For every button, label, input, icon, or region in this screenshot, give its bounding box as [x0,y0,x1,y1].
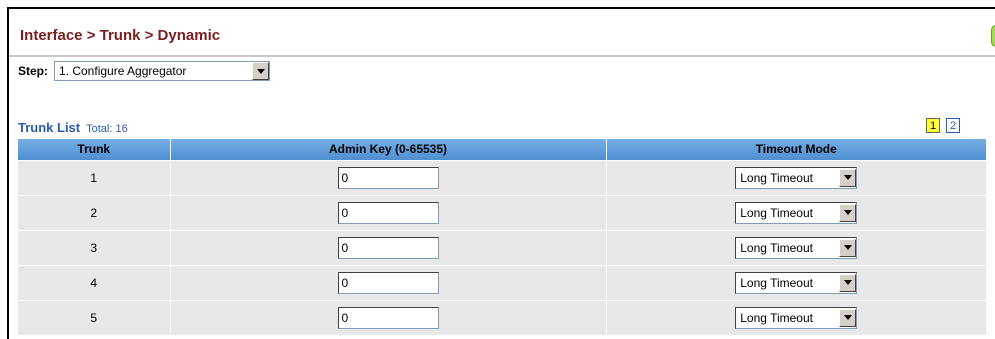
trunk-list-title: Trunk List [18,120,81,135]
page-link-2[interactable]: 2 [946,118,960,133]
table-row: 1 Long Timeout [18,159,986,195]
column-header-trunk: Trunk [18,139,171,160]
table-row: 4 Long Timeout [18,264,986,300]
admin-key-input[interactable] [337,236,439,259]
timeout-mode-cell: Long Timeout [606,194,986,230]
timeout-mode-select[interactable]: Long Timeout [735,201,858,224]
trunk-cell: 5 [18,299,171,335]
admin-key-input[interactable] [337,201,439,224]
step-select-value: 1. Configure Aggregator [59,64,187,78]
chevron-down-icon[interactable] [839,238,857,257]
trunk-list-heading: Trunk List Total: 16 [18,120,128,135]
step-label: Step: [18,64,48,78]
admin-key-input[interactable] [337,271,439,294]
trunk-cell: 1 [18,159,171,195]
timeout-mode-value: Long Timeout [740,240,813,255]
chevron-down-icon[interactable] [252,62,269,80]
admin-key-cell [170,159,607,195]
timeout-mode-select[interactable]: Long Timeout [735,271,858,294]
help-tab-button[interactable] [991,25,995,47]
table-header-row: Trunk Admin Key (0-65535) Timeout Mode [18,139,986,160]
chevron-down-icon[interactable] [839,308,857,327]
timeout-mode-value: Long Timeout [740,310,813,325]
table-row: 5 Long Timeout [18,299,986,335]
chevron-down-icon[interactable] [839,168,857,187]
trunk-list-total: Total: 16 [86,123,128,135]
admin-key-input[interactable] [337,166,439,189]
admin-key-input[interactable] [337,306,439,329]
table-row: 2 Long Timeout [18,194,986,230]
timeout-mode-select[interactable]: Long Timeout [735,306,858,329]
step-row: Step: 1. Configure Aggregator [18,60,270,82]
title-divider [9,55,995,57]
timeout-mode-cell: Long Timeout [606,299,986,335]
page-header: Interface > Trunk > Dynamic [9,9,995,55]
timeout-mode-value: Long Timeout [740,170,813,185]
chevron-down-icon[interactable] [839,203,857,222]
trunk-cell: 4 [18,264,171,300]
timeout-mode-select[interactable]: Long Timeout [735,236,858,259]
timeout-mode-cell: Long Timeout [606,229,986,265]
chevron-down-icon[interactable] [839,273,857,292]
timeout-mode-value: Long Timeout [740,205,813,220]
timeout-mode-cell: Long Timeout [606,159,986,195]
column-header-admin-key: Admin Key (0-65535) [170,139,607,160]
admin-key-cell [170,194,607,230]
table-row: 3 Long Timeout [18,229,986,265]
trunk-table: Trunk Admin Key (0-65535) Timeout Mode 1… [18,139,986,335]
timeout-mode-select[interactable]: Long Timeout [735,166,858,189]
step-select[interactable]: 1. Configure Aggregator [54,61,270,81]
page-title: Interface > Trunk > Dynamic [20,27,221,44]
trunk-cell: 3 [18,229,171,265]
timeout-mode-cell: Long Timeout [606,264,986,300]
admin-key-cell [170,299,607,335]
page-link-1[interactable]: 1 [926,118,940,133]
trunk-cell: 2 [18,194,171,230]
timeout-mode-value: Long Timeout [740,275,813,290]
column-header-timeout-mode: Timeout Mode [606,139,986,160]
pagination: 1 2 [926,118,960,133]
admin-key-cell [170,229,607,265]
admin-key-cell [170,264,607,300]
